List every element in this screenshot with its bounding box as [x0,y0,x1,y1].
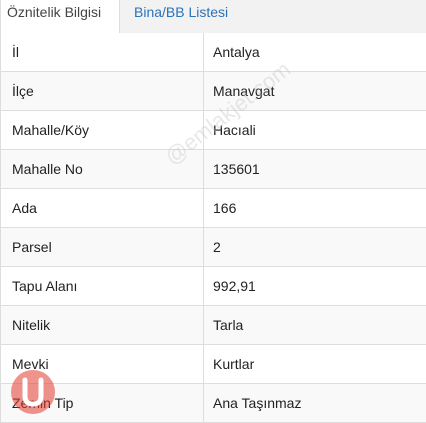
column-divider [203,306,204,344]
row-label: Mahalle/Köy [12,122,90,138]
table-row: Nitelik Tarla [1,306,426,345]
column-divider [203,384,204,422]
row-label: Mevki [12,356,49,372]
row-value: Ana Taşınmaz [213,395,302,411]
table-row: Mahalle No 135601 [1,150,426,189]
tab-oznitelik-bilgisi[interactable]: Öznitelik Bilgisi [0,0,120,34]
row-label: Tapu Alanı [12,278,78,294]
row-value: Manavgat [213,83,275,99]
row-value: Kurtlar [213,356,255,372]
row-label: Parsel [12,239,52,255]
row-label: İl [12,44,19,60]
row-value: Antalya [213,44,260,60]
table-row: Mevki Kurtlar [1,345,426,384]
tab-bina-bb-listesi[interactable]: Bina/BB Listesi [120,0,250,33]
row-label: Nitelik [12,317,51,333]
table-row: Parsel 2 [1,228,426,267]
row-label: İlçe [12,83,34,99]
tab-bar: Öznitelik Bilgisi Bina/BB Listesi [0,0,426,34]
attribute-table: İl Antalya İlçe Manavgat Mahalle/Köy Hac… [0,33,426,423]
row-value: 135601 [213,161,260,177]
table-row: Ada 166 [1,189,426,228]
table-row: Tapu Alanı 992,91 [1,267,426,306]
table-row: Zemin Tip Ana Taşınmaz [1,384,426,423]
column-divider [203,150,204,188]
row-label: Mahalle No [12,161,83,177]
column-divider [203,33,204,71]
column-divider [203,189,204,227]
row-value: 992,91 [213,278,256,294]
column-divider [203,228,204,266]
column-divider [203,345,204,383]
table-row: Mahalle/Köy Hacıali [1,111,426,150]
table-row: İl Antalya [1,33,426,72]
row-label: Ada [12,200,37,216]
row-value: 166 [213,200,237,216]
row-value: 2 [213,239,221,255]
row-value: Hacıali [213,122,256,138]
row-label: Zemin Tip [12,395,74,411]
column-divider [203,72,204,110]
table-row: İlçe Manavgat [1,72,426,111]
column-divider [203,111,204,149]
column-divider [203,267,204,305]
row-value: Tarla [213,317,244,333]
